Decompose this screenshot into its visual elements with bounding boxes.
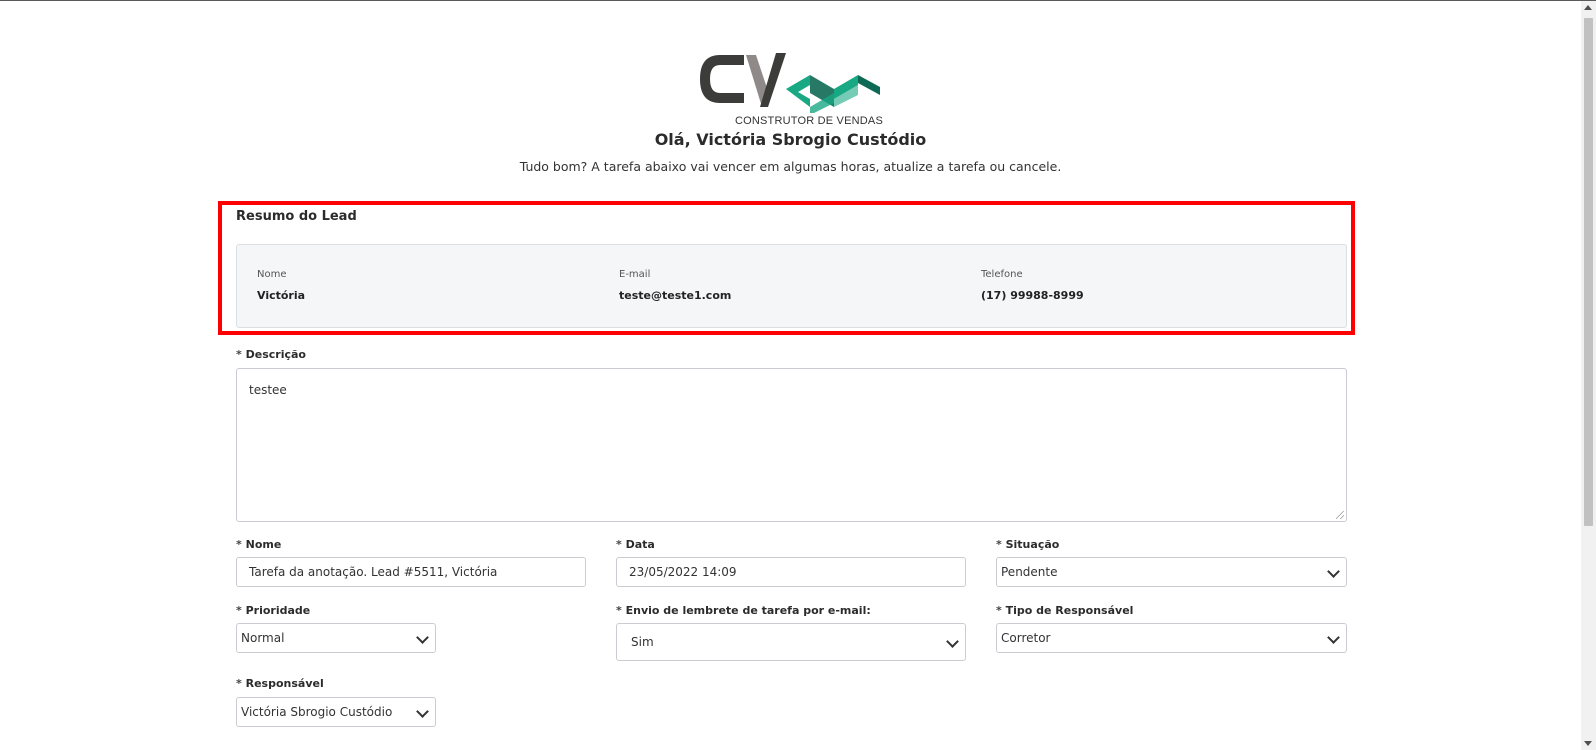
situacao-label: * Situação [996,538,1059,551]
lead-email-value: teste@teste1.com [619,289,732,302]
required-mark: * [236,538,242,551]
situacao-label-text: Situação [1005,538,1060,551]
descricao-label-text: Descrição [245,348,306,361]
lead-name-group: Nome Victória [257,269,305,302]
greeting-title: Olá, Victória Sbrogio Custódio [654,130,927,149]
scroll-up-icon[interactable] [1584,5,1592,10]
page-scrollbar[interactable] [1581,1,1596,750]
responsavel-label: * Responsável [236,677,324,690]
required-mark: * [996,538,1002,551]
responsavel-select[interactable]: Victória Sbrogio Custódio [236,697,436,727]
descricao-textarea[interactable]: testee [236,368,1347,522]
situacao-select[interactable]: Pendente [996,557,1347,587]
prioridade-label-text: Prioridade [245,604,311,617]
required-mark: * [236,677,242,690]
chevron-down-icon [1327,631,1340,644]
data-input[interactable]: 23/05/2022 14:09 [616,557,966,587]
tipo-responsavel-label: * Tipo de Responsável [996,604,1133,617]
chevron-down-icon [1327,565,1340,578]
lembrete-select[interactable]: Sim [616,623,966,661]
chevron-down-icon [416,631,429,644]
responsavel-value: Victória Sbrogio Custódio [241,705,393,719]
resize-handle-icon[interactable] [1336,511,1344,519]
tipo-responsavel-label-text: Tipo de Responsável [1005,604,1134,617]
lembrete-value: Sim [631,635,654,649]
lead-summary-panel [236,244,1347,328]
brand-logo: CONSTRUTOR DE VENDAS [698,49,883,129]
descricao-label: * Descrição [236,348,306,361]
responsavel-label-text: Responsável [245,677,324,690]
chevron-down-icon [946,635,959,648]
data-value: 23/05/2022 14:09 [629,565,737,579]
prioridade-label: * Prioridade [236,604,310,617]
cv-logo-icon [700,53,880,113]
descricao-value: testee [249,383,287,397]
lead-name-label: Nome [257,269,287,280]
data-label-text: Data [625,538,655,551]
tipo-responsavel-select[interactable]: Corretor [996,623,1347,653]
nome-label-text: Nome [245,538,282,551]
data-label: * Data [616,538,655,551]
logo-text: CONSTRUTOR DE VENDAS [734,115,883,127]
required-mark: * [236,604,242,617]
scroll-down-icon[interactable] [1584,741,1592,746]
lead-name-value: Victória [257,289,306,302]
lembrete-label-text: Envio de lembrete de tarefa por e-mail: [625,604,871,617]
lead-phone-group: Telefone (17) 99988-8999 [981,269,1084,302]
required-mark: * [616,604,622,617]
nome-input[interactable]: Tarefa da anotação. Lead #5511, Victória [236,557,586,587]
scrollbar-thumb[interactable] [1584,18,1593,526]
required-mark: * [996,604,1002,617]
prioridade-value: Normal [241,631,285,645]
nome-label: * Nome [236,538,281,551]
situacao-value: Pendente [1001,565,1058,579]
intro-text: Tudo bom? A tarefa abaixo vai vencer em … [519,159,1062,174]
lead-email-label: E-mail [619,269,651,280]
lembrete-label: * Envio de lembrete de tarefa por e-mail… [616,604,871,617]
lead-phone-value: (17) 99988-8999 [981,289,1084,302]
lead-phone-label: Telefone [981,269,1023,280]
chevron-down-icon [416,705,429,718]
prioridade-select[interactable]: Normal [236,623,436,653]
tipo-responsavel-value: Corretor [1001,631,1051,645]
nome-value: Tarefa da anotação. Lead #5511, Victória [249,565,498,579]
required-mark: * [616,538,622,551]
required-mark: * [236,348,242,361]
lead-email-group: E-mail teste@teste1.com [619,269,731,302]
lead-summary-title: Resumo do Lead [236,209,357,224]
